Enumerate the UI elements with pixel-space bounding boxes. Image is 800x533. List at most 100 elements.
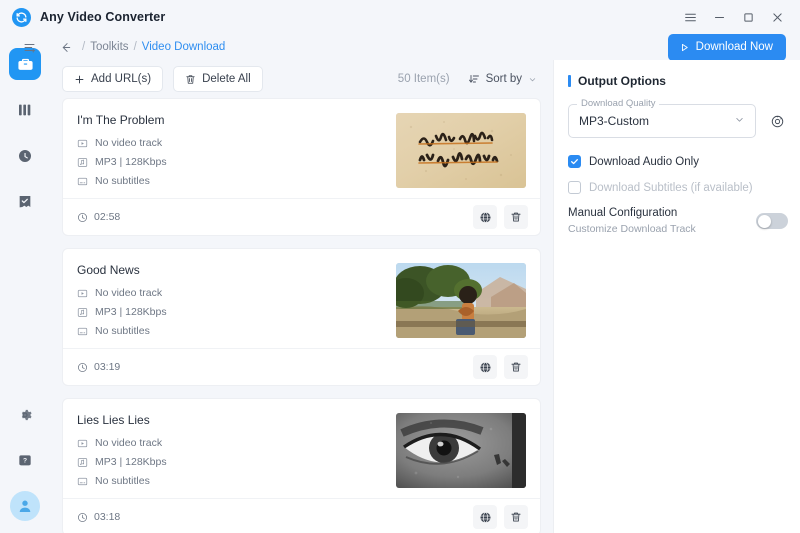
- video-track-icon: [77, 139, 88, 147]
- svg-text:?: ?: [23, 457, 27, 464]
- breadcrumb-parent[interactable]: Toolkits: [90, 41, 128, 53]
- download-audio-only-checkbox[interactable]: Download Audio Only: [568, 155, 788, 168]
- list-item-title: I'm The Problem: [77, 113, 165, 127]
- duration: 03:18: [77, 511, 120, 523]
- subtitle-row: No subtitles: [77, 175, 384, 187]
- audio-track-icon: [77, 457, 88, 467]
- title-bar: Any Video Converter: [0, 0, 800, 34]
- download-item-list[interactable]: I'm The Problem No video track MP3 | 128…: [58, 98, 553, 533]
- duration-label: 03:18: [94, 511, 121, 523]
- download-quality-label: Download Quality: [577, 98, 660, 109]
- audio-track-icon: [77, 157, 88, 167]
- video-track-label: No video track: [95, 437, 163, 449]
- trash-icon[interactable]: [504, 505, 528, 529]
- subtitle-row: No subtitles: [77, 325, 384, 337]
- manual-configuration-subtitle: Customize Download Track: [568, 223, 696, 235]
- download-quality-value: MP3-Custom: [579, 114, 650, 128]
- manual-configuration-row: Manual Configuration Customize Download …: [568, 207, 788, 235]
- list-item[interactable]: Lies Lies Lies No video track MP3 | 128K…: [62, 398, 541, 533]
- item-count: 50 Item(s): [397, 73, 450, 85]
- close-button[interactable]: [764, 5, 790, 29]
- avatar[interactable]: [10, 491, 40, 521]
- breadcrumb-separator-2: /: [133, 41, 137, 53]
- gear-circle-icon[interactable]: [766, 110, 788, 132]
- main-split: Add URL(s) Delete All 50 Item(s) Sort by…: [50, 60, 800, 533]
- sidebar-item-settings[interactable]: [9, 399, 41, 431]
- subtitle-label: No subtitles: [95, 175, 150, 187]
- delete-all-button[interactable]: Delete All: [173, 66, 263, 92]
- download-now-button[interactable]: Download Now: [667, 33, 786, 61]
- checkbox-box: [568, 181, 581, 194]
- app-window: Any Video Converter ? / Toolkits / Video…: [0, 0, 800, 533]
- list-item[interactable]: Good News No video track MP3 | 128Kbps N…: [62, 248, 541, 386]
- minimize-button[interactable]: [706, 5, 732, 29]
- subtitle-label: No subtitles: [95, 475, 150, 487]
- audio-track-label: MP3 | 128Kbps: [95, 156, 167, 168]
- video-track-row: No video track: [77, 287, 384, 299]
- download-quality-row: Download Quality MP3-Custom: [568, 98, 788, 138]
- clock-icon: [77, 362, 88, 372]
- add-url-button[interactable]: Add URL(s): [62, 66, 164, 92]
- clock-icon: [77, 512, 88, 522]
- manual-configuration-texts: Manual Configuration Customize Download …: [568, 207, 756, 235]
- audio-track-icon: [77, 307, 88, 317]
- list-item-body: I'm The Problem No video track MP3 | 128…: [63, 99, 540, 198]
- list-item-body: Lies Lies Lies No video track MP3 | 128K…: [63, 399, 540, 498]
- subtitle-row: No subtitles: [77, 475, 384, 487]
- globe-icon[interactable]: [473, 505, 497, 529]
- output-options-heading: Output Options: [568, 74, 788, 88]
- duration-label: 02:58: [94, 211, 121, 223]
- list-item[interactable]: I'm The Problem No video track MP3 | 128…: [62, 98, 541, 236]
- list-item-info: Lies Lies Lies No video track MP3 | 128K…: [77, 413, 384, 488]
- menu-button[interactable]: [677, 5, 703, 29]
- audio-track-row: MP3 | 128Kbps: [77, 456, 384, 468]
- sort-by-dropdown[interactable]: Sort by: [460, 66, 545, 92]
- output-options-title: Output Options: [578, 74, 666, 88]
- breadcrumb-separator-1: /: [82, 41, 86, 53]
- sort-icon: [468, 74, 479, 83]
- list-item-actions: [473, 355, 528, 379]
- list-item-info: I'm The Problem No video track MP3 | 128…: [77, 113, 384, 188]
- list-item-actions: [473, 505, 528, 529]
- manual-configuration-toggle[interactable]: [756, 213, 788, 229]
- duration: 02:58: [77, 211, 120, 223]
- globe-icon[interactable]: [473, 355, 497, 379]
- app-body: ? / Toolkits / Video Download Download N…: [0, 33, 800, 533]
- trash-icon: [186, 74, 195, 84]
- download-audio-only-label: Download Audio Only: [589, 155, 699, 168]
- download-now-label: Download Now: [695, 41, 773, 53]
- video-track-icon: [77, 289, 88, 297]
- sidebar-item-library[interactable]: [9, 94, 41, 126]
- download-quality-select[interactable]: Download Quality MP3-Custom: [568, 98, 756, 138]
- list-item-info: Good News No video track MP3 | 128Kbps N…: [77, 263, 384, 338]
- list-item-footer: 03:18: [63, 498, 540, 533]
- globe-icon[interactable]: [473, 205, 497, 229]
- trash-icon[interactable]: [504, 205, 528, 229]
- duration: 03:19: [77, 361, 120, 373]
- window-controls: [677, 5, 790, 29]
- add-url-label: Add URL(s): [91, 73, 152, 85]
- video-track-label: No video track: [95, 287, 163, 299]
- sidebar-toggle-icon[interactable]: [18, 36, 40, 58]
- sidebar-item-help[interactable]: ?: [9, 445, 41, 477]
- toggle-knob: [757, 214, 771, 228]
- subtitle-label: No subtitles: [95, 325, 150, 337]
- check-icon: [571, 159, 578, 165]
- heading-accent-bar: [568, 75, 571, 87]
- thumbnail: [396, 113, 526, 188]
- thumbnail: [396, 263, 526, 338]
- breadcrumb-current[interactable]: Video Download: [142, 41, 226, 53]
- video-track-row: No video track: [77, 437, 384, 449]
- checkbox-box: [568, 155, 581, 168]
- breadcrumb-bar: / Toolkits / Video Download Download Now: [24, 33, 800, 61]
- trash-icon[interactable]: [504, 355, 528, 379]
- sort-by-label: Sort by: [485, 73, 522, 85]
- app-title: Any Video Converter: [40, 10, 166, 24]
- maximize-button[interactable]: [735, 5, 761, 29]
- list-item-footer: 02:58: [63, 198, 540, 235]
- sidebar-item-tasks[interactable]: [9, 186, 41, 218]
- chevron-down-icon: [529, 77, 536, 81]
- sidebar-item-history[interactable]: [9, 140, 41, 172]
- arrow-left-icon[interactable]: [56, 41, 77, 54]
- content-area: / Toolkits / Video Download Download Now: [24, 33, 800, 533]
